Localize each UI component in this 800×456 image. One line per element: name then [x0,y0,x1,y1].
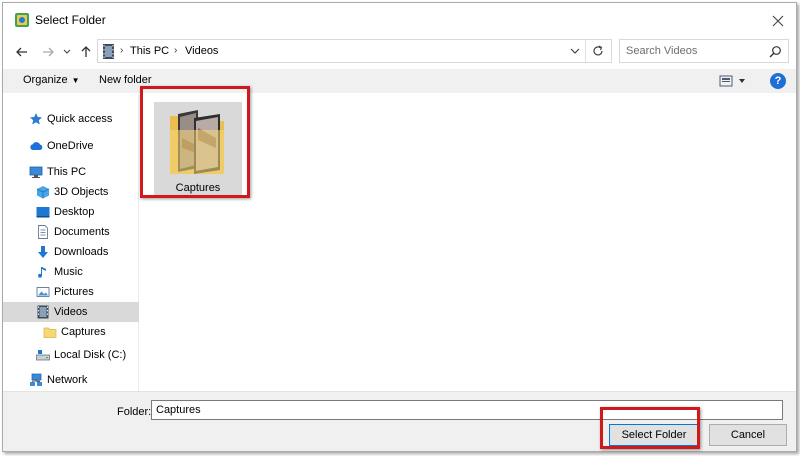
organize-button[interactable]: Organize ▼ [23,74,80,86]
sidebar-item-label: Music [54,266,83,278]
recent-locations-button[interactable] [61,43,73,61]
caret-down-icon: ▼ [71,76,80,85]
sidebar-item-music[interactable]: Music [3,262,139,282]
star-pin-icon [30,113,42,125]
cancel-button[interactable]: Cancel [709,424,787,446]
sidebar-item-label: Quick access [47,113,113,125]
breadcrumb-this-pc[interactable]: This PC [130,45,169,57]
refresh-icon[interactable] [590,43,606,59]
breadcrumb-separator: › [174,45,178,56]
sidebar-item-local-disk[interactable]: Local Disk (C:) [3,345,139,365]
sidebar-item-3d-objects[interactable]: 3D Objects [3,182,139,202]
navigation-pane: Quick access OneDrive This PC 3D Objects… [3,95,139,391]
search-input[interactable] [626,40,766,62]
forward-arrow-icon [43,47,54,57]
network-icon [30,373,42,386]
music-note-icon [38,267,46,278]
sidebar-item-label: Captures [61,326,106,338]
search-icon[interactable] [769,45,782,58]
view-options-button[interactable] [719,74,749,88]
sidebar-item-pictures[interactable]: Pictures [3,282,139,302]
back-button[interactable] [13,43,31,61]
up-arrow-icon [81,46,91,57]
sidebar-item-captures[interactable]: Captures [3,322,139,342]
sidebar-item-label: Pictures [54,286,94,298]
sidebar-item-onedrive[interactable]: OneDrive [3,136,139,156]
divider [585,40,586,62]
sidebar-item-label: Downloads [54,246,109,258]
chevron-down-icon[interactable] [568,44,582,58]
sidebar-item-network[interactable]: Network [3,370,139,390]
film-icon [103,44,114,59]
organize-label: Organize [23,74,68,86]
address-bar[interactable]: › This PC › Videos [97,39,612,63]
sidebar-item-label: Desktop [54,206,95,218]
sidebar-item-label: OneDrive [47,140,94,152]
sidebar-item-documents[interactable]: Documents [3,222,139,242]
download-arrow-icon [38,246,48,258]
document-icon [38,225,48,239]
sidebar-item-quick-access[interactable]: Quick access [3,109,139,129]
new-folder-button[interactable]: New folder [99,74,152,86]
breadcrumb-separator: › [120,45,124,56]
chevron-down-icon [63,49,71,54]
sidebar-item-label: Videos [54,306,88,318]
close-icon[interactable] [768,11,788,31]
sidebar-item-desktop[interactable]: Desktop [3,202,139,222]
sidebar-item-videos[interactable]: Videos [3,302,139,322]
sidebar-item-label: Network [47,374,88,386]
forward-button[interactable] [39,43,57,61]
folder-icon [43,327,57,338]
sidebar-item-label: Local Disk (C:) [54,349,127,361]
highlight-box-select-button [600,407,700,449]
sidebar-item-label: This PC [47,166,87,178]
sidebar-item-downloads[interactable]: Downloads [3,242,139,262]
title-bar: Select Folder [3,3,796,37]
cube-icon [36,186,50,199]
command-toolbar: Organize ▼ New folder ? [3,69,796,93]
window-title: Select Folder [35,13,106,27]
up-button[interactable] [77,43,95,61]
highlight-box-folder [140,86,250,198]
select-folder-dialog: Select Folder › This PC › Videos Search … [2,2,797,452]
sidebar-item-label: Documents [54,226,110,238]
back-arrow-icon [16,47,27,57]
help-icon[interactable]: ? [770,73,786,89]
drive-icon [36,350,50,361]
film-icon [37,305,49,319]
breadcrumb-videos[interactable]: Videos [185,45,218,57]
sidebar-item-label: 3D Objects [54,186,109,198]
folder-field-label: Folder: [117,406,152,418]
sidebar-item-this-pc[interactable]: This PC [3,162,139,182]
picture-icon [36,287,50,297]
desktop-icon [36,207,50,218]
computer-icon [29,166,43,178]
app-icon [15,13,29,27]
cloud-icon [30,142,43,150]
search-box[interactable] [619,39,789,63]
